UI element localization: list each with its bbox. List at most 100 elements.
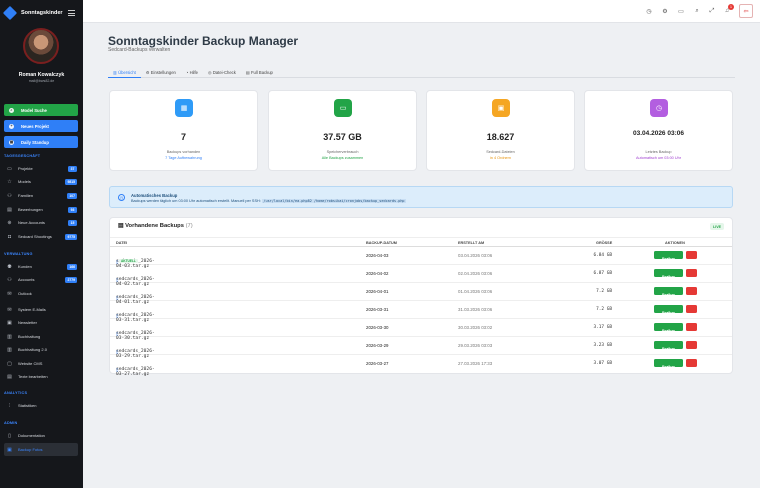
created-at: 02.04.2026 03:06 [458, 271, 493, 276]
restore-button[interactable]: ↺ Restore [654, 287, 683, 297]
chart-icon: ⫶ [8, 402, 11, 409]
sidebar-item-sedcard-shootings[interactable]: ◘ Sedcard Shootings 9775 [0, 230, 83, 243]
sidebar-item-system-emails[interactable]: ✉ System E-Mails [0, 303, 83, 316]
alert-description: Backups werden täglich um 03:00 Uhr auto… [131, 199, 261, 203]
sidebar-item-bewerbungen[interactable]: ▤ Bewerbungen 93 [0, 203, 83, 216]
sidebar-item-label: Models [18, 179, 31, 184]
sidebar-item-buchhaltung[interactable]: ▥ Buchhaltung [0, 330, 83, 343]
avatar[interactable] [23, 28, 59, 64]
new-project-button[interactable]: + Neues Projekt [4, 120, 78, 132]
count-badge: 166 [67, 263, 77, 270]
backup-date: 2026-03-27 [366, 361, 389, 366]
restore-button[interactable]: ↺ Restore [654, 251, 683, 261]
trash-icon: ▪ [690, 347, 693, 352]
stat-note: in 4 Ordnern [489, 156, 512, 160]
button-label: Restore [661, 275, 676, 279]
stat-value: 7 [180, 132, 186, 142]
stat-note: Alle Backups zusammen [321, 156, 364, 160]
sidebar-item-accounts[interactable]: ⚇ Accounts 2779 [0, 273, 83, 286]
restore-button[interactable]: ↺ Restore [654, 323, 683, 333]
stat-card-storage: ▭ 37.57 GB Speicherverbrauch Alle Backup… [268, 90, 417, 171]
created-at: 29.03.2026 03:03 [458, 343, 493, 348]
file-size: 6.84 GB [593, 253, 612, 258]
sidebar-item-projekte[interactable]: ▭ Projekte 37 [0, 162, 83, 175]
calendar-icon: ▦ [9, 139, 14, 145]
disk-icon: ▭ [334, 99, 352, 117]
plus-icon: + [9, 123, 14, 129]
model-search-button[interactable]: ⌕ Model Suche [4, 104, 78, 116]
user-name: Roman Kowalczyk [18, 72, 65, 78]
sidebar-item-buchhaltung-2[interactable]: ▥ Buchhaltung 2.0 [0, 343, 83, 356]
delete-button[interactable]: ▪ [686, 305, 697, 316]
hamburger-menu-icon[interactable] [68, 10, 75, 16]
panel-title: ▤ Vorhandene Backups (7) [118, 223, 193, 229]
sidebar-item-label: Website CMS [18, 361, 43, 366]
sidebar-item-backup-fotos[interactable]: ▣ Backup Fotos [4, 443, 78, 456]
folder-icon: ▭ [7, 165, 12, 172]
delete-button[interactable]: ▪ [686, 323, 697, 334]
table-row: ▯ sedcards_2026-03-29.tar.gz 2026-03-29 2… [110, 337, 732, 359]
stat-label: Speicherverbrauch [326, 150, 359, 154]
button-label: Restore [661, 293, 676, 297]
sidebar-item-neue-accounts[interactable]: ⊕ Neue Accounts 15 [0, 216, 83, 229]
sidebar-item-texte-bearbeiten[interactable]: ▤ Texte bearbeiten [0, 370, 83, 383]
live-badge: LIVE [710, 223, 724, 230]
page-subtitle: Sedcard-Backups verwalten [108, 47, 171, 53]
tab-einstellungen[interactable]: ⚙ Einstellungen [141, 68, 181, 78]
fullscreen-icon[interactable]: ⤢ [708, 7, 716, 15]
delete-button[interactable]: ▪ [686, 287, 697, 298]
sidebar-item-label: Newsletter [18, 320, 37, 325]
button-label: Daily Standup [21, 139, 49, 145]
tab-full-backup[interactable]: ▤ Full Backup [241, 68, 278, 78]
inbox-icon[interactable]: ▭ [677, 7, 685, 15]
logout-button[interactable]: ⇦ [739, 4, 753, 18]
count-badge: 15 [68, 219, 77, 226]
text-icon: ▤ [7, 373, 12, 380]
sidebar-item-kunden[interactable]: ⚉ Kunden 166 [0, 260, 83, 273]
sidebar-item-label: Bewerbungen [18, 207, 43, 212]
restore-button[interactable]: ↺ Restore [654, 341, 683, 351]
delete-button[interactable]: ▪ [686, 251, 697, 262]
topbar: ◷ ⚙ ▭ ⌕ ⤢ ♫ 1 ⇦ [83, 0, 760, 23]
delete-button[interactable]: ▪ [686, 341, 697, 352]
sidebar-item-outlook[interactable]: ✉ Outlook [0, 287, 83, 300]
sidebar-item-statistiken[interactable]: ⫶ Statistiken [0, 399, 83, 412]
image-icon: ▣ [492, 99, 510, 117]
sidebar-item-newsletter[interactable]: ▣ Newsletter [0, 316, 83, 329]
backup-date: 2026-03-31 [366, 307, 389, 312]
sidebar-item-dokumentation[interactable]: ▯ Dokumentation [0, 429, 83, 442]
document-icon: ▤ [7, 206, 12, 213]
restore-button[interactable]: ↺ Restore [654, 269, 683, 279]
monitor-icon: ▢ [7, 360, 12, 367]
col-header-actions: AKTIONEN [665, 241, 685, 245]
sidebar-item-models[interactable]: ☆ Models 9815 [0, 175, 83, 188]
restore-button[interactable]: ↺ Restore [654, 359, 683, 369]
table-row: ▯ sedcards_2026-03-30.tar.gz 2026-03-30 3… [110, 319, 732, 341]
sidebar-item-familien[interactable]: ⚇ Familien 107 [0, 189, 83, 202]
file-size: 3.17 GB [593, 325, 612, 330]
delete-button[interactable]: ▪ [686, 359, 697, 370]
brand[interactable]: Sonntagskinder [2, 5, 63, 21]
search-icon[interactable]: ⌕ [693, 7, 701, 15]
user-email: mail@bws82.de [28, 79, 55, 83]
star-icon: ☆ [7, 178, 12, 185]
tab-uebersicht[interactable]: ▥ Übersicht [108, 68, 141, 78]
tab-hilfe[interactable]: ◔ Hilfe [181, 68, 203, 78]
col-header-file: DATEI [116, 241, 128, 245]
sidebar-item-label: Kunden [18, 264, 32, 269]
tab-datei-check[interactable]: ◎ Datei-Check [203, 68, 241, 78]
created-at: 30.03.2026 03:02 [458, 325, 493, 330]
count-badge: 2779 [65, 276, 77, 283]
daily-standup-button[interactable]: ▦ Daily Standup [4, 136, 78, 148]
delete-button[interactable]: ▪ [686, 269, 697, 280]
gear-icon[interactable]: ⚙ [661, 7, 669, 15]
backups-panel: ▤ Vorhandene Backups (7) LIVE DATEI BACK… [109, 217, 733, 377]
restore-button[interactable]: ↺ Restore [654, 305, 683, 315]
alert-title: Automatisches Backup [131, 193, 178, 198]
sidebar-item-website-cms[interactable]: ▢ Website CMS [0, 357, 83, 370]
file-name-text: sedcards_2026-03-27.tar.gz [116, 367, 155, 377]
col-header-date: BACKUP-DATUM [366, 241, 397, 245]
search-icon: ⌕ [9, 107, 14, 113]
clock-icon[interactable]: ◷ [645, 7, 653, 15]
sidebar: Sonntagskinder Roman Kowalczyk mail@bws8… [0, 0, 83, 488]
